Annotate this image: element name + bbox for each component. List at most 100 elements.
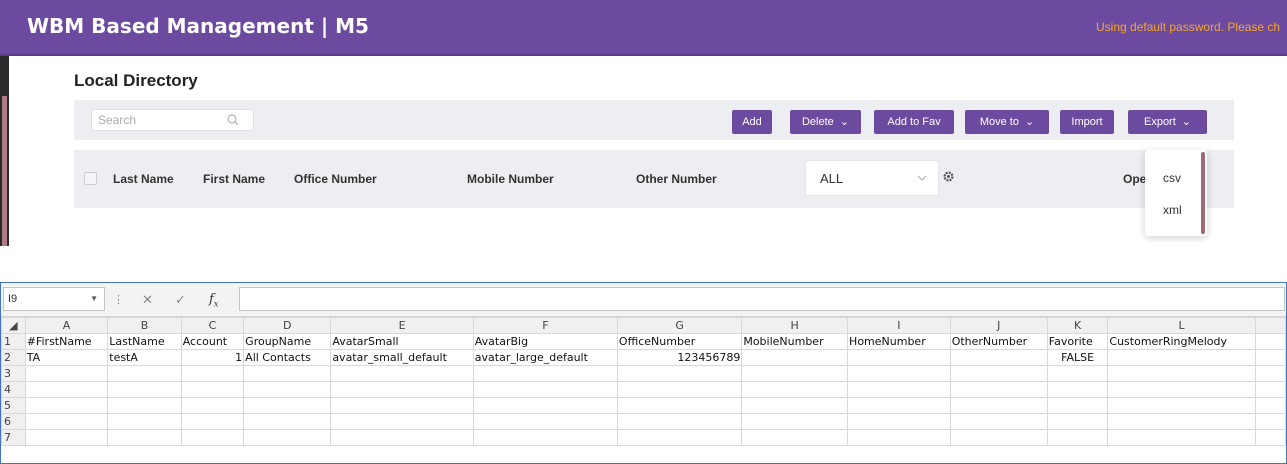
add-to-fav-button[interactable]: Add to Fav — [874, 110, 954, 134]
cell[interactable]: 1 — [180, 349, 245, 366]
cell[interactable] — [616, 365, 743, 382]
cell[interactable] — [949, 429, 1048, 446]
cell[interactable] — [1107, 381, 1256, 398]
cell[interactable] — [180, 397, 245, 414]
cell[interactable] — [949, 365, 1048, 382]
cell[interactable] — [949, 349, 1048, 366]
cell[interactable] — [1107, 349, 1256, 366]
cell[interactable] — [1107, 429, 1256, 446]
cell[interactable] — [1254, 429, 1287, 446]
row-header[interactable]: 3 — [1, 365, 26, 382]
dropdown-scrollbar[interactable] — [1201, 152, 1205, 234]
cell[interactable] — [741, 397, 849, 414]
column-header[interactable]: J — [949, 317, 1048, 334]
cell[interactable]: 123456789 — [616, 349, 743, 366]
cell[interactable]: CustomerRingMelody — [1107, 333, 1256, 350]
cell[interactable] — [1107, 365, 1256, 382]
cell[interactable]: AvatarSmall — [330, 333, 474, 350]
cell[interactable] — [741, 429, 849, 446]
cell[interactable] — [741, 349, 849, 366]
column-header[interactable]: C — [180, 317, 245, 334]
cell[interactable] — [24, 413, 109, 430]
export-button[interactable]: Export ⌄ — [1128, 110, 1207, 134]
cell[interactable] — [472, 397, 618, 414]
column-header[interactable]: B — [107, 317, 182, 334]
column-mobile-number[interactable]: Mobile Number — [467, 172, 554, 186]
column-office-number[interactable]: Office Number — [294, 172, 377, 186]
column-first-name[interactable]: First Name — [203, 172, 265, 186]
cell[interactable] — [616, 413, 743, 430]
enter-icon[interactable]: ✓ — [175, 292, 186, 308]
search-box[interactable] — [91, 109, 254, 131]
cell[interactable] — [616, 397, 743, 414]
add-button[interactable]: Add — [732, 110, 772, 134]
cell[interactable] — [1254, 381, 1287, 398]
cell[interactable] — [330, 381, 474, 398]
cell[interactable]: All Contacts — [243, 349, 332, 366]
search-icon[interactable] — [227, 114, 239, 126]
cell[interactable]: HomeNumber — [847, 333, 951, 350]
cell[interactable] — [472, 365, 618, 382]
cell[interactable] — [472, 429, 618, 446]
column-header[interactable]: F — [472, 317, 618, 334]
cell[interactable] — [243, 397, 332, 414]
cell[interactable] — [741, 365, 849, 382]
cell[interactable]: #FirstName — [24, 333, 109, 350]
row-header[interactable]: 5 — [1, 397, 26, 414]
cell[interactable] — [472, 413, 618, 430]
cell[interactable] — [107, 381, 182, 398]
cell[interactable] — [1046, 429, 1109, 446]
row-header[interactable]: 2 — [1, 349, 26, 366]
cell[interactable] — [330, 413, 474, 430]
cell[interactable]: OfficeNumber — [616, 333, 743, 350]
cell[interactable] — [180, 381, 245, 398]
column-header[interactable] — [1254, 317, 1287, 334]
column-header[interactable]: G — [616, 317, 743, 334]
cell[interactable] — [1046, 381, 1109, 398]
cell[interactable] — [24, 397, 109, 414]
cell[interactable] — [107, 429, 182, 446]
cell[interactable]: Favorite — [1046, 333, 1109, 350]
gear-icon[interactable] — [942, 170, 955, 183]
cell[interactable] — [949, 381, 1048, 398]
delete-button[interactable]: Delete ⌄ — [790, 110, 861, 134]
cell[interactable] — [847, 413, 951, 430]
cell[interactable]: MobileNumber — [741, 333, 849, 350]
cell[interactable] — [1254, 349, 1287, 366]
column-header[interactable]: K — [1046, 317, 1109, 334]
cell[interactable] — [847, 349, 951, 366]
cell[interactable] — [949, 413, 1048, 430]
name-box[interactable]: I9 ▼ — [3, 287, 105, 311]
chevron-down-icon[interactable]: ▼ — [90, 288, 98, 310]
formula-input[interactable] — [239, 287, 1285, 311]
select-all-corner[interactable]: ◢ — [1, 317, 26, 334]
move-to-button[interactable]: Move to ⌄ — [965, 110, 1049, 134]
cancel-icon[interactable]: ✕ — [142, 292, 153, 308]
cell[interactable] — [1254, 397, 1287, 414]
export-option-csv[interactable]: csv — [1163, 171, 1181, 185]
cell[interactable] — [1107, 397, 1256, 414]
import-button[interactable]: Import — [1060, 110, 1114, 134]
default-password-warning[interactable]: Using default password. Please ch — [1096, 20, 1280, 34]
cell[interactable]: Account — [180, 333, 245, 350]
cell[interactable] — [472, 381, 618, 398]
cell[interactable]: AvatarBig — [472, 333, 618, 350]
row-header[interactable]: 1 — [1, 333, 26, 350]
column-header[interactable]: H — [741, 317, 849, 334]
column-header[interactable]: A — [24, 317, 109, 334]
column-last-name[interactable]: Last Name — [113, 172, 174, 186]
cell[interactable] — [330, 397, 474, 414]
cell[interactable] — [180, 413, 245, 430]
cell[interactable]: FALSE — [1046, 349, 1109, 366]
cell[interactable]: GroupName — [243, 333, 332, 350]
export-option-xml[interactable]: xml — [1163, 203, 1182, 217]
column-header[interactable]: D — [243, 317, 332, 334]
group-filter-select[interactable]: ALL — [805, 160, 939, 196]
cell[interactable] — [107, 413, 182, 430]
row-header[interactable]: 6 — [1, 413, 26, 430]
cell[interactable] — [847, 397, 951, 414]
search-input[interactable] — [98, 113, 218, 127]
cell[interactable] — [24, 429, 109, 446]
select-all-checkbox[interactable] — [84, 172, 97, 185]
cell[interactable] — [616, 381, 743, 398]
